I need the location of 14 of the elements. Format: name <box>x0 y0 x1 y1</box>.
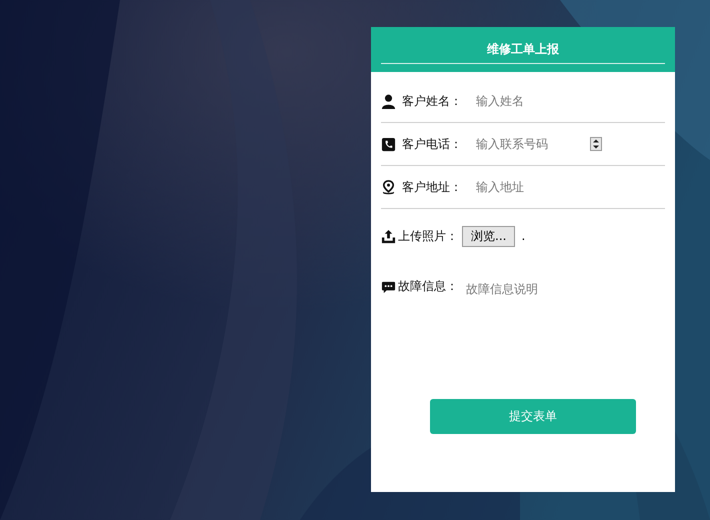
chat-bubble-icon <box>381 280 396 295</box>
location-pin-icon <box>381 180 396 194</box>
file-status: . <box>521 229 526 243</box>
upload-icon <box>381 228 396 244</box>
field-label: 客户地址： <box>402 178 463 196</box>
phone-book-icon <box>381 136 396 152</box>
spinner-icon[interactable] <box>590 137 602 151</box>
person-icon <box>381 94 396 108</box>
form-title: 维修工单上报 <box>381 27 665 64</box>
field-label: 故障信息： <box>398 278 458 295</box>
field-label: 客户姓名： <box>402 92 463 110</box>
browse-button[interactable]: 浏览... <box>462 226 516 246</box>
field-label: 客户电话： <box>402 136 463 152</box>
field-label: 上传照片： <box>398 228 458 244</box>
